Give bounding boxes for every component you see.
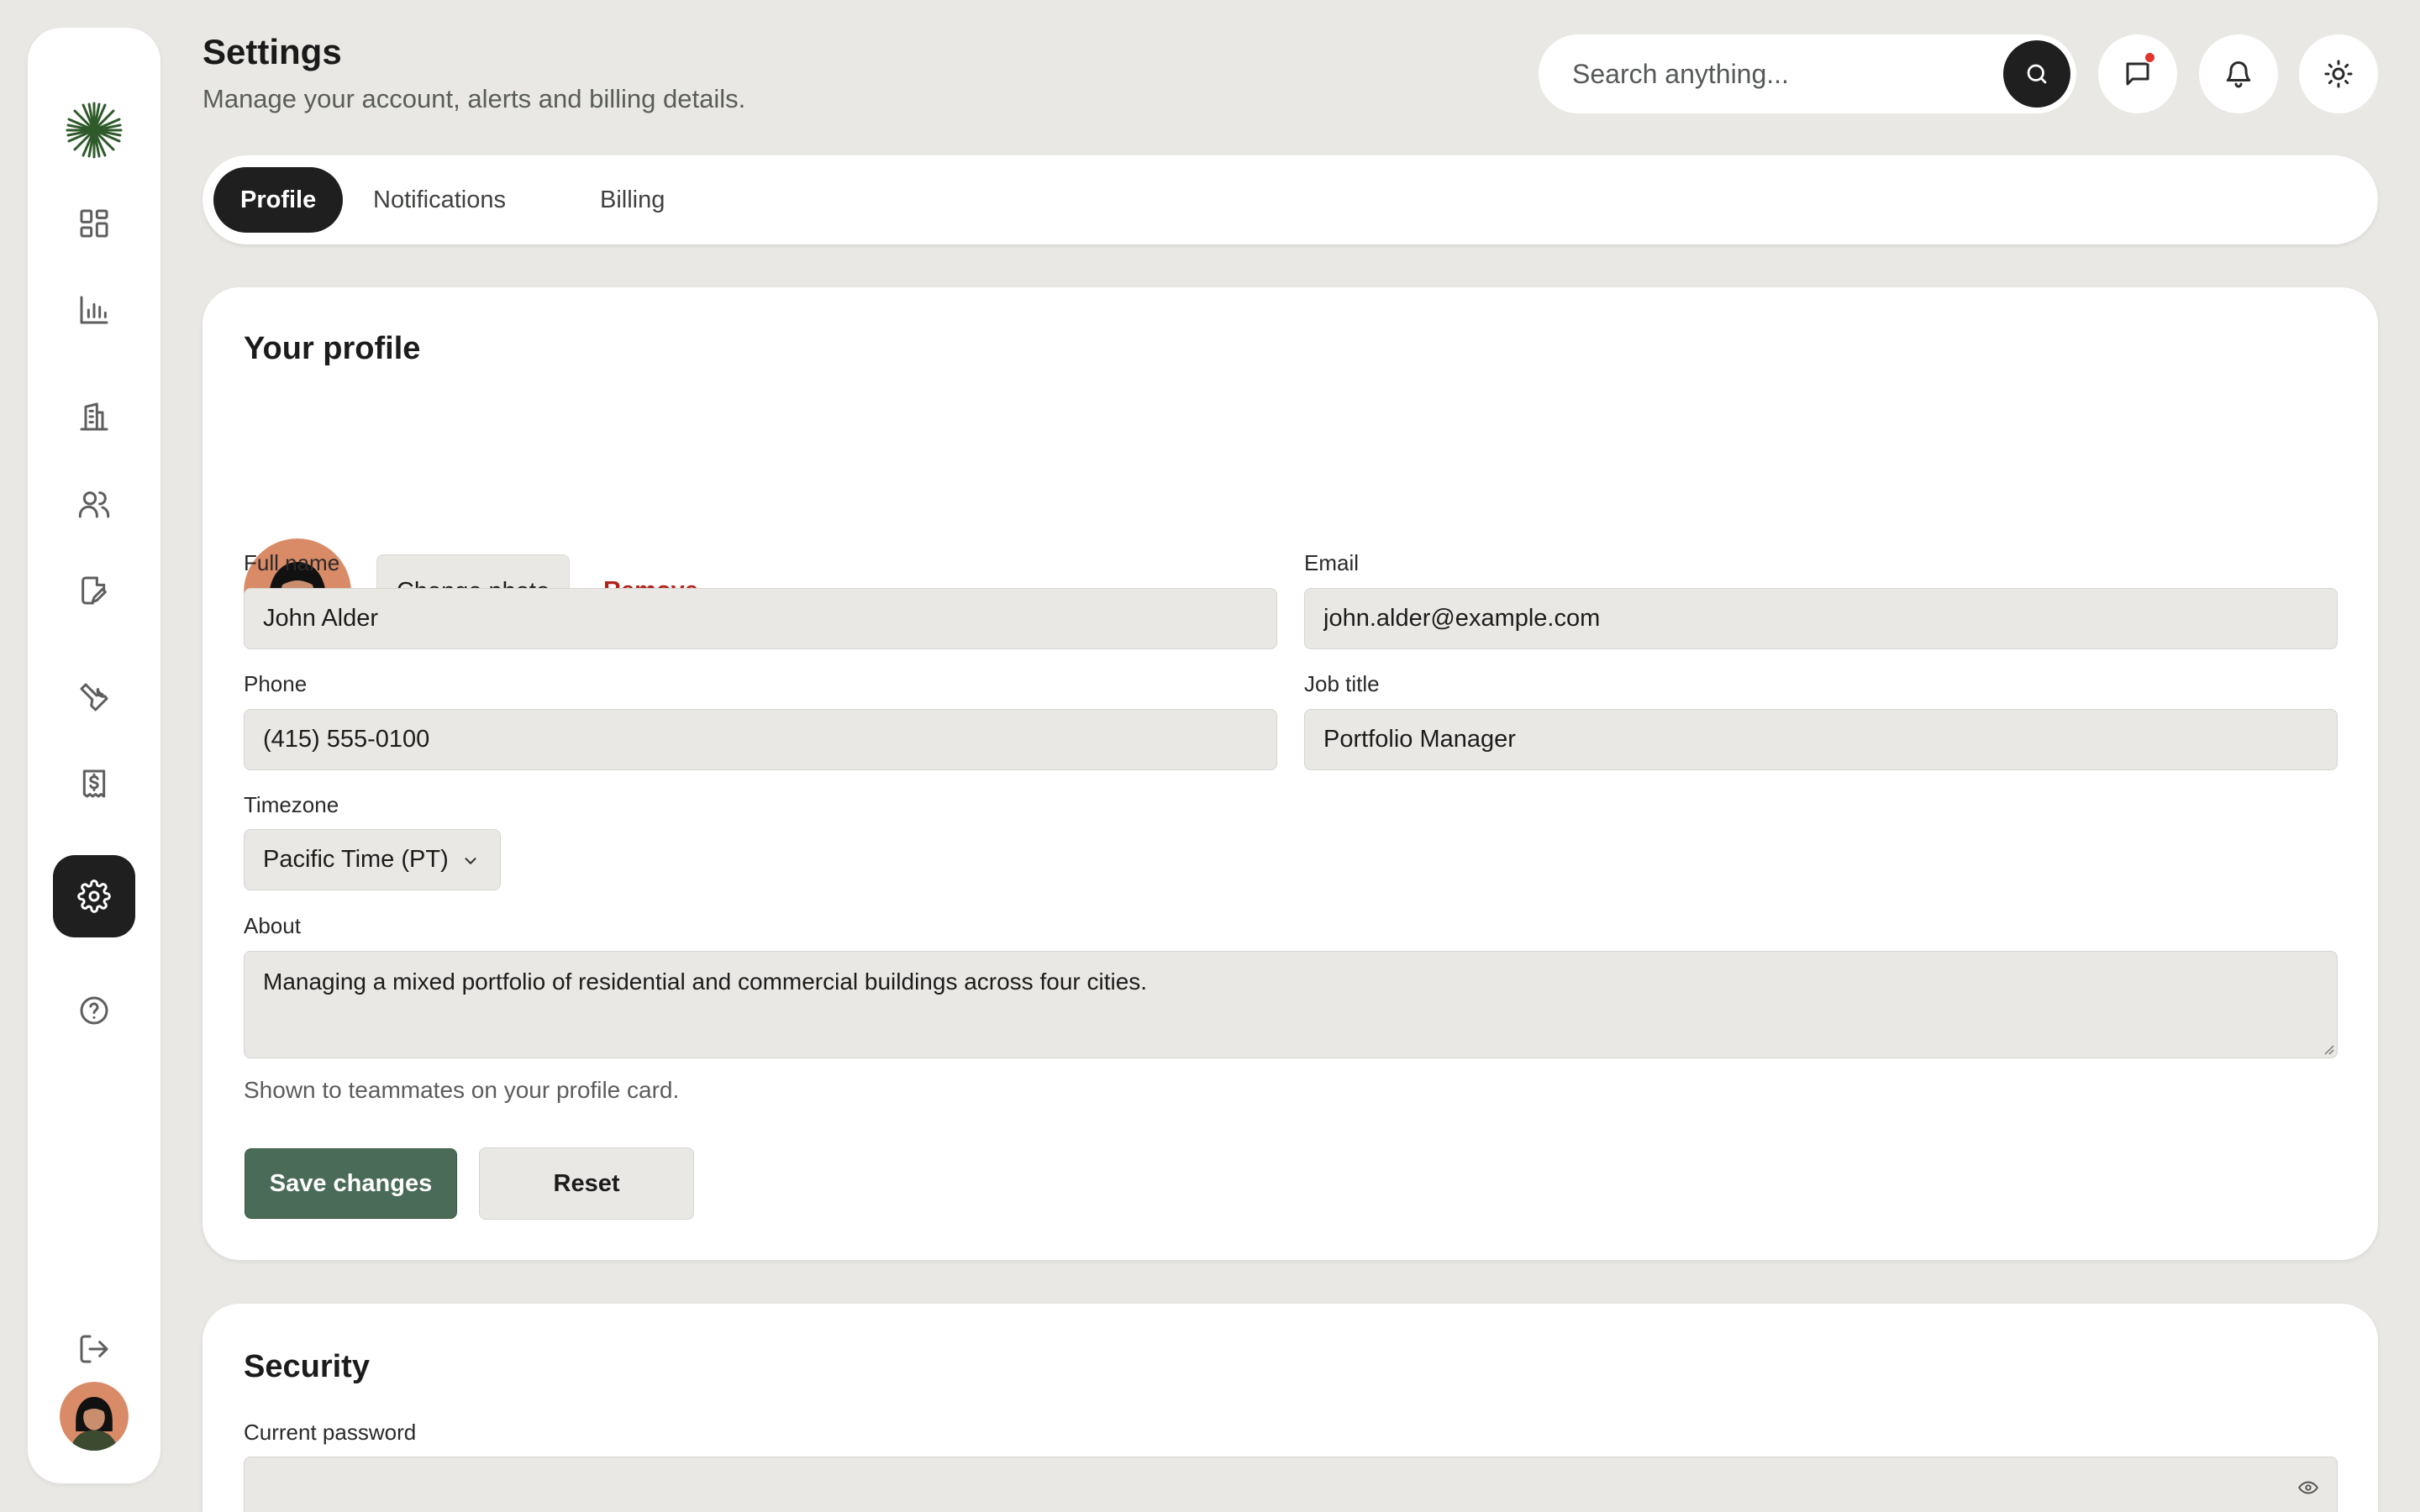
- timezone-label: Timezone: [244, 792, 339, 817]
- current-password-label: Current password: [244, 1420, 417, 1445]
- gear-icon: [77, 879, 111, 913]
- email-field[interactable]: [1304, 588, 2338, 649]
- phone-field[interactable]: [244, 709, 1277, 770]
- resize-grip-icon[interactable]: [2321, 1042, 2334, 1055]
- building-icon: [77, 400, 111, 433]
- sidebar-item-help[interactable]: [53, 969, 135, 1052]
- sidebar-item-analytics[interactable]: [53, 269, 135, 351]
- timezone-value: Pacific Time (PT): [263, 846, 449, 873]
- sidebar-item-settings[interactable]: [53, 855, 135, 937]
- logout-icon: [77, 1332, 111, 1366]
- sidebar-item-tenants[interactable]: [53, 463, 135, 545]
- tab-profile[interactable]: Profile: [213, 167, 344, 233]
- reset-button[interactable]: Reset: [479, 1147, 694, 1220]
- sidebar-item-logout[interactable]: [53, 1308, 135, 1390]
- sidebar-item-properties[interactable]: [53, 375, 135, 458]
- save-changes-button[interactable]: Save changes: [245, 1148, 457, 1219]
- about-label: About: [244, 913, 301, 938]
- help-icon: [77, 994, 111, 1027]
- sidebar: [28, 28, 160, 1483]
- messages-button[interactable]: [2098, 34, 2177, 113]
- job-title-label: Job title: [1304, 671, 1380, 696]
- security-card-title: Security: [244, 1349, 370, 1384]
- users-icon: [77, 487, 111, 521]
- timezone-select[interactable]: Pacific Time (PT): [244, 829, 501, 890]
- receipt-icon: [77, 767, 111, 801]
- sidebar-item-maintenance[interactable]: [53, 656, 135, 738]
- bar-chart-icon: [77, 293, 111, 327]
- current-password-field[interactable]: [244, 1457, 2338, 1512]
- sidebar-item-dashboard[interactable]: [53, 182, 135, 265]
- search-button[interactable]: [2003, 40, 2070, 108]
- notification-dot: [2144, 51, 2156, 64]
- about-hint: Shown to teammates on your profile card.: [244, 1077, 680, 1103]
- sidebar-item-billing[interactable]: [53, 743, 135, 825]
- full-name-field[interactable]: [244, 588, 1277, 649]
- tab-notifications[interactable]: Notifications: [346, 167, 533, 233]
- sidebar-item-documents[interactable]: [53, 549, 135, 632]
- full-name-label: Full name: [244, 550, 340, 575]
- avatar[interactable]: [60, 1382, 129, 1451]
- eye-icon[interactable]: [2297, 1477, 2319, 1499]
- notifications-button[interactable]: [2199, 34, 2278, 113]
- search-input[interactable]: [1572, 53, 1975, 95]
- grid-icon: [77, 207, 111, 240]
- profile-card-title: Your profile: [244, 331, 421, 366]
- security-card: Security Current password: [203, 1304, 2378, 1512]
- search-bar: [1539, 34, 2076, 113]
- about-textarea[interactable]: Managing a mixed portfolio of residentia…: [244, 951, 2338, 1058]
- profile-card: Your profile Change photo Remove Full na…: [203, 287, 2378, 1260]
- page-subtitle: Manage your account, alerts and billing …: [203, 84, 746, 113]
- tab-billing[interactable]: Billing: [573, 167, 692, 233]
- search-icon: [2024, 61, 2049, 87]
- sun-icon: [2323, 59, 2354, 89]
- sunburst-logo: [66, 102, 123, 159]
- chevron-down-icon: [461, 852, 480, 870]
- file-edit-icon: [77, 574, 111, 607]
- job-title-field[interactable]: [1304, 709, 2338, 770]
- phone-label: Phone: [244, 671, 308, 696]
- wrench-icon: [77, 680, 111, 714]
- theme-toggle-button[interactable]: [2299, 34, 2378, 113]
- bell-icon: [2223, 59, 2254, 89]
- email-label: Email: [1304, 550, 1360, 575]
- page-title: Settings: [203, 32, 342, 71]
- settings-tabs: Profile Notifications Billing: [203, 155, 2378, 244]
